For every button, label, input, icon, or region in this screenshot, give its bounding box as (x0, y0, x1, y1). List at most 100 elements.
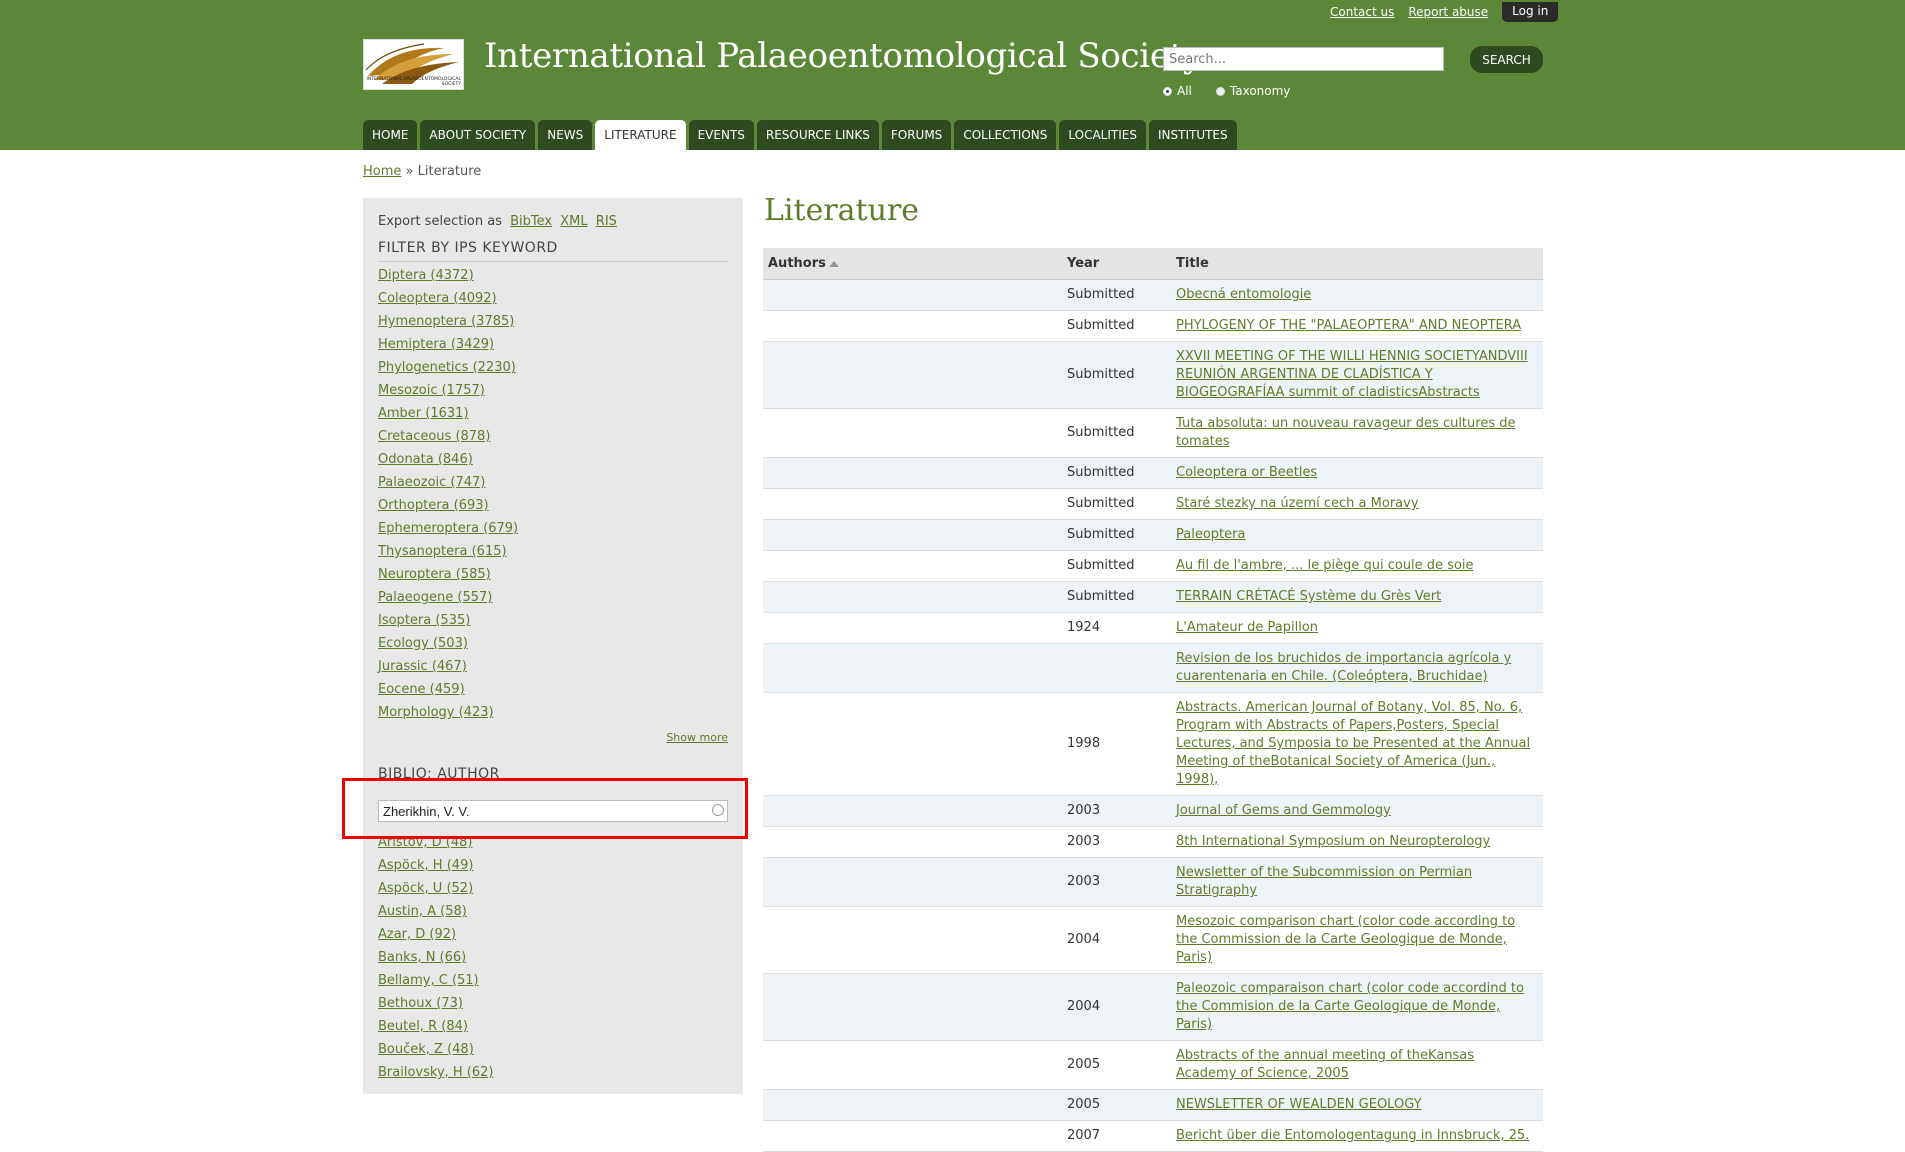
site-logo[interactable]: INTERNATIONAL PALAEOENTOMOLOGICAL SOCIET… (363, 39, 464, 90)
author-link[interactable]: Beutel, R (84) (378, 1019, 468, 1034)
keyword-item: Palaeozoic (747) (378, 475, 518, 498)
publication-title-link[interactable]: Newsletter of the Subcommission on Permi… (1176, 865, 1472, 898)
radio-all-dot[interactable] (1163, 86, 1172, 96)
publication-title-link[interactable]: TERRAIN CRÉTACÉ Système du Grès Vert (1176, 589, 1441, 604)
keyword-link[interactable]: Eocene (459) (378, 682, 465, 697)
author-link[interactable]: Austin, A (58) (378, 904, 467, 919)
author-link[interactable]: Bellamy, C (51) (378, 973, 479, 988)
keyword-item: Mesozoic (1757) (378, 383, 518, 406)
publication-title-link[interactable]: Staré stezky na území cech a Moravy (1176, 496, 1419, 511)
search-button[interactable]: Search (1470, 46, 1543, 73)
login-button[interactable]: Log in (1502, 2, 1559, 22)
tab-localities[interactable]: LOCALITIES (1059, 120, 1146, 150)
keyword-link[interactable]: Coleoptera (4092) (378, 291, 497, 306)
publication-title-link[interactable]: Coleoptera or Beetles (1176, 465, 1317, 480)
table-row: 1924 L'Amateur de Papillon (763, 612, 1543, 644)
author-link[interactable]: Bouček, Z (48) (378, 1042, 474, 1057)
publication-title-link[interactable]: 8th International Symposium on Neuropter… (1176, 834, 1490, 849)
tab-collections[interactable]: COLLECTIONS (954, 120, 1057, 150)
publication-title-link[interactable]: NEWSLETTER OF WEALDEN GEOLOGY (1176, 1097, 1422, 1112)
publication-title-link[interactable]: Au fil de l'ambre, ... le piège qui coul… (1176, 558, 1474, 573)
cell-year: Submitted (1062, 310, 1171, 342)
author-link[interactable]: Aspöck, H (49) (378, 858, 473, 873)
author-link[interactable]: Aspöck, U (52) (378, 881, 473, 896)
cell-title: Journal of Gems and Gemmology (1171, 795, 1543, 827)
publication-title-link[interactable]: Abstracts. American Journal of Botany, V… (1176, 700, 1530, 787)
keyword-link[interactable]: Odonata (846) (378, 452, 473, 467)
keyword-link[interactable]: Thysanoptera (615) (378, 544, 507, 559)
tab-institutes[interactable]: INSTITUTES (1148, 120, 1237, 150)
cell-year: Submitted (1062, 550, 1171, 582)
author-link[interactable]: Bethoux (73) (378, 996, 463, 1011)
cell-authors (763, 408, 1062, 458)
tab-events[interactable]: EVENTS (688, 120, 754, 150)
literature-table: Authors Year Title Submitted Obecná entom… (763, 248, 1543, 1152)
cell-authors (763, 457, 1062, 489)
breadcrumb-home[interactable]: Home (363, 164, 401, 179)
publication-title-link[interactable]: Paleoptera (1176, 527, 1245, 542)
keyword-item: Jurassic (467) (378, 659, 518, 682)
table-row: 2004 Mesozoic comparison chart (color cod… (763, 906, 1543, 974)
keyword-link[interactable]: Ecology (503) (378, 636, 468, 651)
author-link[interactable]: Banks, N (66) (378, 950, 466, 965)
keyword-link[interactable]: Hemiptera (3429) (378, 337, 494, 352)
tab-forums[interactable]: FORUMS (881, 120, 952, 150)
publication-title-link[interactable]: Tuta absoluta: un nouveau ravageur des c… (1176, 416, 1516, 449)
publication-title-link[interactable]: Abstracts of the annual meeting of theKa… (1176, 1048, 1474, 1081)
column-header-authors[interactable]: Authors (763, 248, 1062, 280)
cell-title: TERRAIN CRÉTACÉ Système du Grès Vert (1171, 581, 1543, 613)
keyword-link[interactable]: Palaeozoic (747) (378, 475, 485, 490)
publication-title-link[interactable]: Bericht über die Entomologentagung in In… (1176, 1128, 1529, 1143)
tab-literature[interactable]: LITERATURE (595, 120, 686, 150)
keyword-link[interactable]: Mesozoic (1757) (378, 383, 485, 398)
keyword-link[interactable]: Palaeogene (557) (378, 590, 492, 605)
export-bibtex-link[interactable]: BibTex (510, 214, 552, 229)
keyword-link[interactable]: Isoptera (535) (378, 613, 470, 628)
author-item: Azar, D (92) (378, 927, 494, 950)
publication-title-link[interactable]: PHYLOGENY OF THE "PALAEOPTERA" AND NEOPT… (1176, 318, 1521, 333)
keyword-link[interactable]: Jurassic (467) (378, 659, 467, 674)
keyword-link[interactable]: Ephemeroptera (679) (378, 521, 518, 536)
keyword-link[interactable]: Phylogenetics (2230) (378, 360, 516, 375)
author-link[interactable]: Brailovsky, H (62) (378, 1065, 494, 1080)
publication-title-link[interactable]: XXVII MEETING OF THE WILLI HENNIG SOCIET… (1176, 349, 1528, 400)
publication-title-link[interactable]: L'Amateur de Papillon (1176, 620, 1318, 635)
publication-title-link[interactable]: Revision de los bruchidos de importancia… (1176, 651, 1511, 684)
export-ris-link[interactable]: RIS (596, 214, 617, 229)
tab-resource-links[interactable]: RESOURCE LINKS (756, 120, 879, 150)
keyword-link[interactable]: Cretaceous (878) (378, 429, 490, 444)
publication-title-link[interactable]: Mesozoic comparison chart (color code ac… (1176, 914, 1515, 965)
cell-authors (763, 826, 1062, 858)
keyword-link[interactable]: Amber (1631) (378, 406, 469, 421)
keyword-link[interactable]: Morphology (423) (378, 705, 494, 720)
tab-home[interactable]: HOME (363, 120, 418, 150)
keyword-link[interactable]: Diptera (4372) (378, 268, 474, 283)
keyword-link[interactable]: Orthoptera (693) (378, 498, 489, 513)
tab-news[interactable]: NEWS (538, 120, 593, 150)
radio-taxonomy[interactable]: Taxonomy (1215, 84, 1290, 98)
cell-authors (763, 906, 1062, 974)
author-link[interactable]: Azar, D (92) (378, 927, 456, 942)
top-links: Contact us Report abuse Log in (1330, 2, 1559, 22)
site-title[interactable]: International Palaeoentomological Societ… (484, 36, 1202, 76)
cell-year: 2003 (1062, 795, 1171, 827)
radio-all[interactable]: All (1163, 84, 1192, 98)
tab-about-society[interactable]: ABOUT SOCIETY (420, 120, 536, 150)
publication-title-link[interactable]: Obecná entomologie (1176, 287, 1311, 302)
report-abuse-link[interactable]: Report abuse (1408, 5, 1488, 19)
publication-title-link[interactable]: Paleozoic comparaison chart (color code … (1176, 981, 1524, 1032)
column-header-title[interactable]: Title (1171, 248, 1543, 280)
column-header-year[interactable]: Year (1062, 248, 1171, 280)
radio-taxonomy-dot[interactable] (1215, 86, 1225, 96)
publication-title-link[interactable]: Journal of Gems and Gemmology (1176, 803, 1391, 818)
search-input[interactable] (1163, 47, 1444, 71)
keyword-filter-title: FILTER BY IPS KEYWORD (378, 240, 558, 256)
keyword-link[interactable]: Neuroptera (585) (378, 567, 491, 582)
contact-us-link[interactable]: Contact us (1330, 5, 1394, 19)
author-item: Banks, N (66) (378, 950, 494, 973)
cell-authors (763, 857, 1062, 907)
author-list: Aristov, D (48) Aspöck, H (49) Aspöck, U (… (378, 835, 494, 1088)
export-xml-link[interactable]: XML (560, 214, 587, 229)
keyword-link[interactable]: Hymenoptera (3785) (378, 314, 514, 329)
show-more-link[interactable]: Show more (666, 731, 728, 744)
